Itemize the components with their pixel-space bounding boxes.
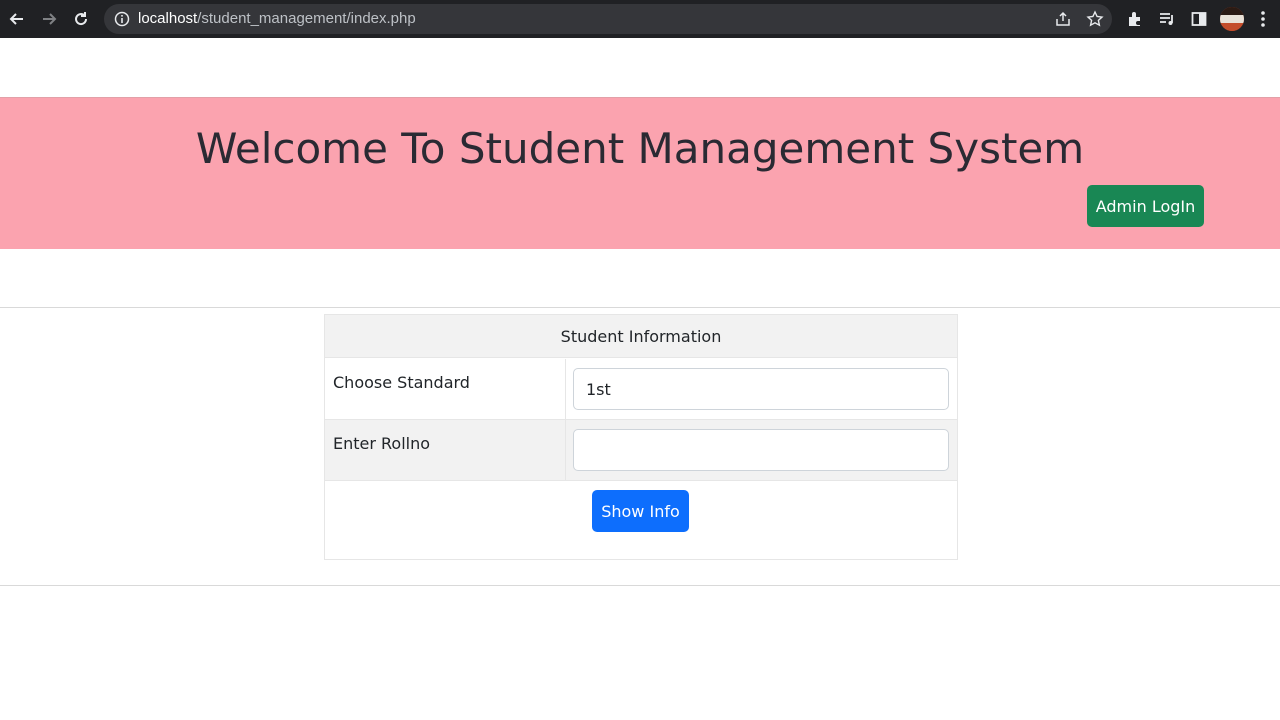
rollno-row: Enter Rollno [325,420,957,481]
admin-login-button[interactable]: Admin LogIn [1087,185,1204,227]
standard-label: Choose Standard [333,373,470,392]
profile-avatar[interactable] [1220,7,1244,31]
form-header: Student Information [325,315,957,358]
standard-select-value: 1st [586,379,611,399]
standard-select[interactable]: 1st [573,368,949,410]
share-icon[interactable] [1054,10,1072,32]
address-bar[interactable]: localhost/student_management/index.php [104,4,1112,34]
url-text: localhost/student_management/index.php [138,10,416,27]
standard-row: Choose Standard 1st [325,359,957,420]
more-menu-icon[interactable] [1252,8,1274,30]
divider-bottom [0,585,1280,586]
info-icon[interactable] [114,11,130,31]
side-panel-icon[interactable] [1188,8,1210,30]
extensions-icon[interactable] [1124,8,1146,30]
page-title: Welcome To Student Management System [195,124,1085,173]
cell-divider [565,420,566,480]
rollno-label: Enter Rollno [333,434,431,453]
cell-divider [565,359,566,419]
welcome-banner: Welcome To Student Management System Adm… [0,97,1280,249]
forward-icon[interactable] [38,8,60,30]
media-queue-icon[interactable] [1156,8,1178,30]
reload-icon[interactable] [70,8,92,30]
browser-toolbar: localhost/student_management/index.php [0,0,1280,38]
student-info-form: Student Information Choose Standard 1st … [324,314,958,560]
rollno-input[interactable] [573,429,949,471]
back-icon[interactable] [6,8,28,30]
bookmark-star-icon[interactable] [1086,10,1104,32]
show-info-button[interactable]: Show Info [592,490,689,532]
divider-top [0,307,1280,308]
